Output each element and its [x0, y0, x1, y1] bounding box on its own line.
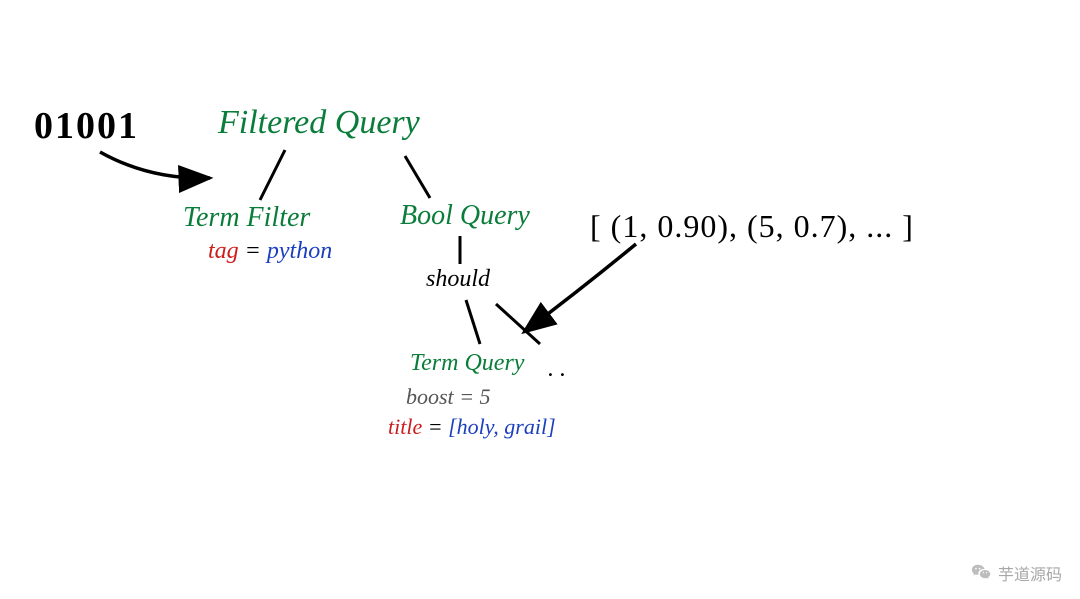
term-query-boost: boost = 5 [406, 384, 491, 410]
input-bits: 01001 [34, 104, 139, 148]
title-eq: = [422, 414, 448, 439]
should-node: should [426, 266, 490, 293]
term-filter-node: Term Filter [183, 202, 310, 234]
watermark-text: 芋道源码 [998, 561, 1062, 585]
connectors [0, 0, 1080, 599]
term-filter-value: python [267, 238, 332, 264]
boost-eq: = [454, 384, 480, 409]
term-filter-key: tag [208, 238, 239, 264]
title-value: [holy, grail] [448, 414, 556, 439]
term-query-ellipsis: . . [548, 356, 566, 383]
boost-value: 5 [480, 384, 491, 409]
filtered-query-node: Filtered Query [218, 104, 420, 142]
bool-query-node: Bool Query [400, 200, 530, 232]
term-query-node: Term Query [410, 350, 524, 377]
term-query-title: title = [holy, grail] [388, 414, 556, 440]
watermark: 芋道源码 [970, 561, 1062, 585]
wechat-icon [970, 562, 992, 584]
term-filter-eq: = [239, 238, 267, 264]
results-output: [ (1, 0.90), (5, 0.7), ... ] [590, 208, 914, 245]
title-key: title [388, 414, 422, 439]
term-filter-kv: tag = python [208, 238, 332, 265]
boost-key: boost [406, 384, 454, 409]
